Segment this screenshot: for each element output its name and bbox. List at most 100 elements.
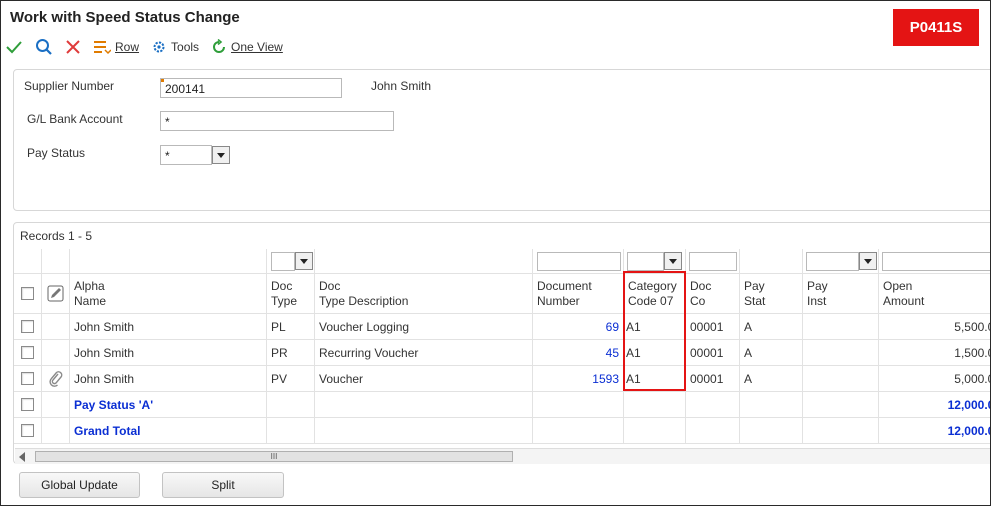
- doc-type-filter-dropdown[interactable]: [295, 252, 313, 270]
- cell-doc-type-description[interactable]: Voucher Logging: [315, 314, 533, 340]
- tools-menu[interactable]: Tools: [151, 39, 199, 55]
- scrollbar-grip: III: [270, 452, 278, 461]
- row-menu-icon: [94, 41, 111, 55]
- cell-pay-stat[interactable]: A: [740, 366, 803, 392]
- row-checkbox[interactable]: [21, 346, 34, 359]
- select-all-checkbox[interactable]: [21, 287, 34, 300]
- cell-document-number[interactable]: 45: [533, 340, 624, 366]
- edit-icon[interactable]: [47, 285, 64, 302]
- required-marker: [161, 79, 164, 82]
- row-checkbox[interactable]: [21, 372, 34, 385]
- row-select-cell: [14, 366, 42, 392]
- app-id-badge: P0411S: [893, 9, 979, 46]
- pay-status-dropdown-button[interactable]: [212, 146, 230, 164]
- empty-cell: [624, 392, 686, 418]
- col-doc-co[interactable]: Doc Co: [686, 274, 740, 314]
- attachment-header-cell: [42, 274, 70, 314]
- doc-co-filter-input[interactable]: [689, 252, 737, 271]
- row-menu[interactable]: Row: [93, 39, 139, 55]
- cell-category-code[interactable]: A1: [624, 340, 686, 366]
- paperclip-icon[interactable]: [48, 370, 63, 387]
- subtotal-label: Pay Status 'A': [70, 392, 267, 418]
- empty-cell: [624, 418, 686, 444]
- cell-doc-type[interactable]: PV: [267, 366, 315, 392]
- col-category-code-07-line1: Category: [628, 279, 677, 293]
- global-update-button[interactable]: Global Update: [19, 472, 140, 498]
- category-code-filter-dropdown[interactable]: [664, 252, 682, 270]
- ok-button[interactable]: [5, 39, 23, 55]
- cell-doc-type[interactable]: PR: [267, 340, 315, 366]
- filter-cell: [14, 249, 42, 274]
- col-pay-inst-line2: Inst: [807, 294, 827, 308]
- doc-type-filter-input[interactable]: [271, 252, 295, 271]
- row-select-cell: [14, 418, 42, 444]
- col-pay-inst[interactable]: Pay Inst: [803, 274, 879, 314]
- scrollbar-thumb[interactable]: III: [35, 451, 513, 462]
- split-button[interactable]: Split: [162, 472, 284, 498]
- attachment-cell: [42, 418, 70, 444]
- find-button[interactable]: [35, 38, 53, 56]
- empty-cell: [267, 418, 315, 444]
- page-title: Work with Speed Status Change: [10, 9, 240, 26]
- cell-category-code[interactable]: A1: [624, 366, 686, 392]
- cell-doc-type-description[interactable]: Recurring Voucher: [315, 340, 533, 366]
- cell-doc-type-description[interactable]: Voucher: [315, 366, 533, 392]
- pay-status-select[interactable]: *: [160, 145, 212, 165]
- empty-cell: [740, 418, 803, 444]
- cell-alpha-name[interactable]: John Smith: [70, 340, 267, 366]
- category-code-filter-input[interactable]: [627, 252, 664, 271]
- document-number-filter-input[interactable]: [537, 252, 621, 271]
- pay-inst-filter-input[interactable]: [806, 252, 859, 271]
- cell-open-amount[interactable]: 1,500.00: [879, 340, 990, 366]
- cell-document-number[interactable]: 1593: [533, 366, 624, 392]
- col-alpha-name[interactable]: Alpha Name: [70, 274, 267, 314]
- row-select-cell: [14, 392, 42, 418]
- empty-cell: [803, 418, 879, 444]
- cell-open-amount[interactable]: 5,500.00: [879, 314, 990, 340]
- cell-pay-inst[interactable]: [803, 314, 879, 340]
- col-doc-type[interactable]: Doc Type: [267, 274, 315, 314]
- pay-inst-filter-dropdown[interactable]: [859, 252, 877, 270]
- supplier-number-field[interactable]: 200141: [160, 78, 342, 98]
- one-view-button[interactable]: One View: [211, 39, 283, 55]
- cell-open-amount[interactable]: 5,000.00: [879, 366, 990, 392]
- cell-doc-type[interactable]: PL: [267, 314, 315, 340]
- col-document-number[interactable]: Document Number: [533, 274, 624, 314]
- cell-alpha-name[interactable]: John Smith: [70, 366, 267, 392]
- empty-cell: [315, 418, 533, 444]
- empty-cell: [686, 392, 740, 418]
- cell-document-number[interactable]: 69: [533, 314, 624, 340]
- open-amount-filter-input[interactable]: [882, 252, 990, 271]
- col-doc-type-description[interactable]: Doc Type Description: [315, 274, 533, 314]
- cell-alpha-name[interactable]: John Smith: [70, 314, 267, 340]
- col-doc-co-line2: Co: [690, 294, 706, 308]
- close-button[interactable]: [65, 39, 81, 55]
- gl-bank-account-label: G/L Bank Account: [27, 112, 123, 126]
- gl-bank-account-field[interactable]: *: [160, 111, 394, 131]
- col-pay-inst-line1: Pay: [807, 279, 828, 293]
- cell-category-code[interactable]: A1: [624, 314, 686, 340]
- row-checkbox[interactable]: [21, 398, 34, 411]
- cell-doc-co[interactable]: 00001: [686, 340, 740, 366]
- horizontal-scrollbar[interactable]: III: [15, 448, 990, 464]
- col-open-amount-line1: Open: [883, 279, 913, 293]
- col-pay-stat[interactable]: Pay Stat: [740, 274, 803, 314]
- empty-cell: [803, 392, 879, 418]
- row-checkbox[interactable]: [21, 424, 34, 437]
- filter-cell: [624, 249, 686, 274]
- cell-pay-stat[interactable]: A: [740, 340, 803, 366]
- row-checkbox[interactable]: [21, 320, 34, 333]
- cell-pay-stat[interactable]: A: [740, 314, 803, 340]
- cell-pay-inst[interactable]: [803, 340, 879, 366]
- empty-cell: [533, 392, 624, 418]
- col-alpha-name-line2: Name: [74, 294, 107, 308]
- col-category-code-07[interactable]: Category Code 07: [624, 274, 686, 314]
- row-select-cell: [14, 314, 42, 340]
- one-view-label: One View: [231, 40, 283, 54]
- cell-pay-inst[interactable]: [803, 366, 879, 392]
- cell-doc-co[interactable]: 00001: [686, 366, 740, 392]
- col-open-amount[interactable]: Open Amount: [879, 274, 990, 314]
- scroll-left-arrow-icon[interactable]: [19, 452, 25, 462]
- cell-doc-co[interactable]: 00001: [686, 314, 740, 340]
- filter-cell: [42, 249, 70, 274]
